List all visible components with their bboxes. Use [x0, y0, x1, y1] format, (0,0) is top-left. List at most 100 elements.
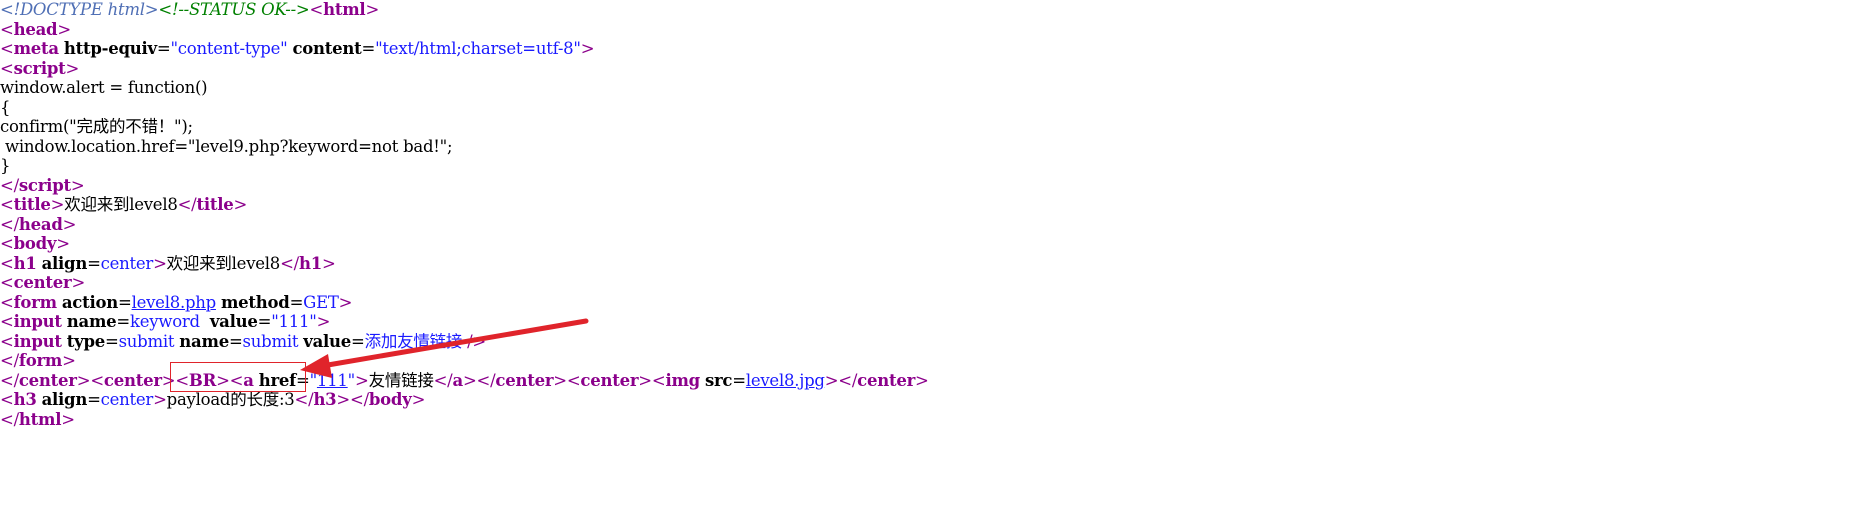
source-code: <!DOCTYPE html><!--STATUS OK--><html> <he…	[0, 0, 929, 429]
source-token: =	[87, 253, 101, 273]
source-token: >	[71, 273, 86, 292]
source-link[interactable]: level8.jpg	[746, 371, 825, 390]
source-token: </	[177, 195, 197, 214]
source-token: name	[66, 312, 117, 331]
source-token: window.location.href="level9.php?keyword…	[0, 136, 453, 156]
source-token: <	[0, 39, 14, 58]
source-token: <	[0, 331, 14, 351]
source-token: </	[294, 390, 314, 409]
source-token: >	[355, 370, 369, 390]
source-token: >	[62, 214, 77, 234]
source-token: >	[56, 234, 70, 253]
source-token: form	[13, 292, 58, 312]
source-token: >	[553, 370, 567, 390]
source-token: >	[161, 370, 176, 390]
source-token: center	[857, 370, 916, 390]
source-token: "text/html;charset=utf-8"	[375, 39, 581, 58]
source-token: =	[116, 312, 130, 331]
source-token: head	[18, 214, 63, 234]
source-token: >	[824, 370, 839, 390]
source-token: >	[365, 0, 380, 19]
source-token: </	[0, 175, 19, 195]
source-line: confirm("完成的不错！");	[0, 117, 929, 137]
source-token: </	[0, 409, 19, 429]
source-token: title	[13, 195, 51, 214]
source-token: <	[0, 58, 14, 78]
source-link[interactable]: level8.php	[132, 293, 217, 312]
source-token: script	[18, 175, 71, 195]
source-token: body	[368, 390, 412, 409]
source-line: window.location.href="level9.php?keyword…	[0, 137, 929, 157]
source-token: href	[258, 370, 297, 390]
source-line: </script>	[0, 176, 929, 196]
source-token: h3	[313, 390, 337, 409]
source-token: <!DOCTYPE html>	[0, 0, 159, 19]
source-token: >	[915, 370, 929, 390]
source-token: keyword	[129, 312, 200, 331]
source-token: h1	[13, 253, 37, 273]
source-token: input	[13, 331, 62, 351]
source-token: >	[76, 370, 91, 390]
source-token: </	[0, 351, 19, 370]
source-token: 欢迎来到level8	[64, 195, 178, 214]
source-line: </center><center><BR><a href="111">友情链接<…	[0, 371, 929, 391]
source-token: </	[0, 370, 19, 390]
source-line: </head>	[0, 215, 929, 235]
source-line: <body>	[0, 234, 929, 254]
source-token: type	[66, 331, 106, 351]
source-token: http-equiv	[63, 39, 157, 58]
source-token: center	[100, 253, 154, 273]
source-token: 添加友情链接	[364, 331, 463, 351]
source-token: 欢迎来到level8	[166, 253, 281, 273]
source-token: h1	[298, 253, 322, 273]
source-token: <	[229, 370, 244, 390]
source-token: =	[351, 331, 365, 351]
source-token: "111"	[271, 312, 317, 331]
source-token: />	[467, 331, 487, 351]
source-token: >	[462, 370, 477, 390]
source-token: body	[13, 234, 57, 253]
source-token: payload的长度:3	[166, 390, 295, 409]
source-token: <	[0, 234, 14, 253]
source-line: <center>	[0, 273, 929, 293]
source-token: <	[0, 195, 14, 214]
source-token: center	[580, 370, 639, 390]
source-token: value	[303, 331, 352, 351]
source-token: >	[316, 312, 331, 331]
source-token: <	[0, 390, 14, 409]
source-token: </	[0, 214, 19, 234]
source-token: =	[117, 292, 132, 312]
source-token: GET	[303, 292, 339, 312]
source-token: <	[0, 19, 14, 39]
source-line: <h3 align=center>payload的长度:3</h3></body…	[0, 390, 929, 410]
source-token: <!--STATUS OK-->	[158, 0, 310, 19]
source-token: >	[411, 390, 426, 409]
source-token: >	[61, 409, 75, 429]
source-token: >	[233, 195, 248, 214]
source-token: >	[336, 390, 350, 409]
source-token: >	[638, 370, 652, 390]
source-token: align	[41, 253, 88, 273]
source-token: </	[838, 370, 858, 390]
source-token: =	[105, 331, 119, 351]
source-link[interactable]: 111	[317, 371, 348, 390]
source-token: =	[289, 292, 304, 312]
source-token: >	[153, 253, 167, 273]
source-token: value	[209, 312, 258, 331]
source-token: </	[433, 370, 453, 390]
source-token: form	[18, 351, 63, 370]
source-token	[200, 312, 210, 331]
source-line: {	[0, 98, 929, 118]
source-token: confirm("完成的不错！");	[0, 117, 193, 136]
source-token: <	[0, 292, 14, 312]
source-line: <meta http-equiv="content-type" content=…	[0, 39, 929, 59]
source-token: }	[0, 156, 11, 175]
source-token: 友情链接	[368, 370, 434, 390]
source-token: a	[452, 370, 463, 390]
source-line: <input type=submit name=submit value=添加友…	[0, 332, 929, 352]
source-line: </html>	[0, 410, 929, 430]
source-token: =	[732, 370, 746, 390]
source-token: {	[0, 97, 11, 117]
source-token: =	[156, 39, 171, 58]
source-line: <head>	[0, 20, 929, 40]
